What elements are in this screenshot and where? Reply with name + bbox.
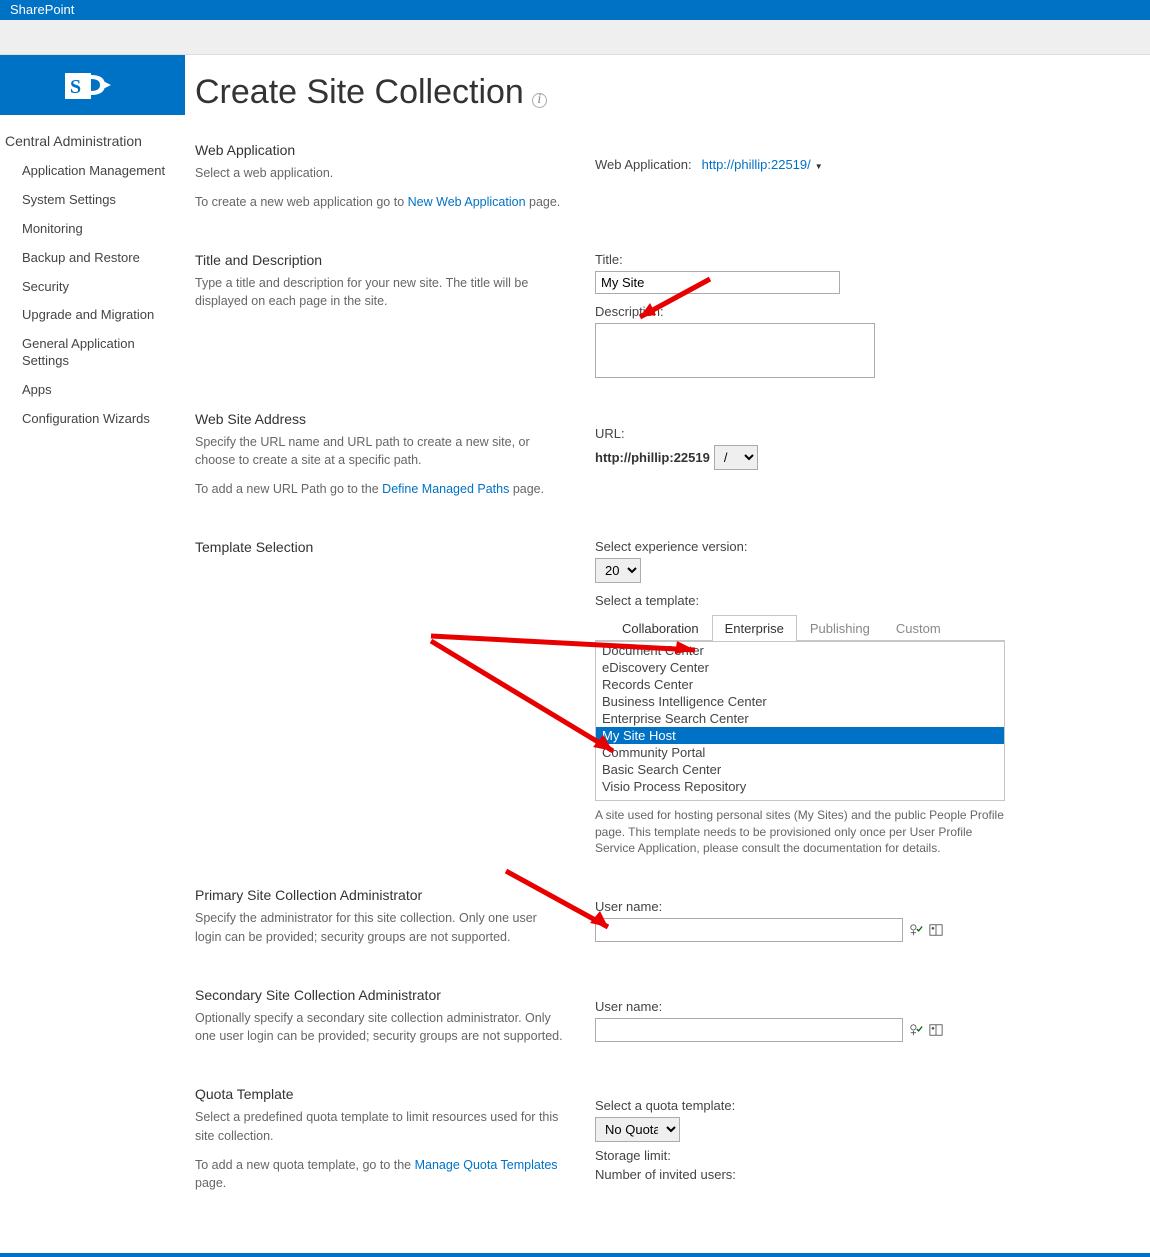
suite-bar: SharePoint <box>0 0 1150 20</box>
template-item[interactable]: Business Intelligence Center <box>596 693 1004 710</box>
info-icon[interactable]: i <box>532 93 547 108</box>
webapp-field-label: Web Application: <box>595 157 692 172</box>
quota-label: Select a quota template: <box>595 1098 1130 1113</box>
title-input[interactable] <box>595 271 840 294</box>
webapp-desc2: To create a new web application go to Ne… <box>195 193 565 212</box>
address-desc1: Specify the URL name and URL path to cre… <box>195 433 565 471</box>
sharepoint-logo: S <box>0 55 185 115</box>
tab-publishing[interactable]: Publishing <box>797 615 883 641</box>
title-desc: Type a title and description for your ne… <box>195 274 565 312</box>
browse-people-icon[interactable] <box>929 1023 943 1037</box>
quota-desc1: Select a predefined quota template to li… <box>195 1108 565 1146</box>
new-web-app-link[interactable]: New Web Application <box>408 195 526 209</box>
template-item[interactable]: Enterprise Search Center <box>596 710 1004 727</box>
exp-version-label: Select experience version: <box>595 539 1130 554</box>
webapp-heading: Web Application <box>195 142 565 158</box>
secondary-admin-desc: Optionally specify a secondary site coll… <box>195 1009 565 1047</box>
template-item[interactable]: Records Center <box>596 676 1004 693</box>
quota-select[interactable]: No Quota <box>595 1117 680 1142</box>
nav-item-system-settings[interactable]: System Settings <box>22 186 185 215</box>
invited-users-label: Number of invited users: <box>595 1167 1130 1182</box>
exp-version-select[interactable]: 2013 <box>595 558 641 583</box>
page-title: Create Site Collection i <box>195 55 1130 142</box>
primary-user-input[interactable] <box>595 918 903 942</box>
secondary-user-input[interactable] <box>595 1018 903 1042</box>
description-label: Description: <box>595 304 1130 319</box>
nav-item-upgrade-migration[interactable]: Upgrade and Migration <box>22 301 185 330</box>
title-label: Title: <box>595 252 1130 267</box>
manage-quota-link[interactable]: Manage Quota Templates <box>415 1158 558 1172</box>
nav-heading: Central Administration <box>0 115 185 157</box>
svg-text:S: S <box>70 76 81 98</box>
browse-people-icon[interactable] <box>929 923 943 937</box>
url-path-select[interactable]: / <box>714 445 758 470</box>
url-label: URL: <box>595 426 1130 441</box>
template-item[interactable]: Community Portal <box>596 744 1004 761</box>
primary-user-label: User name: <box>595 899 1130 914</box>
template-label: Select a template: <box>595 593 1130 608</box>
address-desc2: To add a new URL Path go to the Define M… <box>195 480 565 499</box>
nav-item-app-mgmt[interactable]: Application Management <box>22 157 185 186</box>
template-item-desc: A site used for hosting personal sites (… <box>595 807 1005 857</box>
webapp-desc1: Select a web application. <box>195 164 565 183</box>
bottom-accent <box>0 1253 1150 1257</box>
tab-collaboration[interactable]: Collaboration <box>609 615 712 641</box>
template-heading: Template Selection <box>195 539 565 555</box>
url-prefix: http://phillip:22519 <box>595 450 710 465</box>
description-input[interactable] <box>595 323 875 378</box>
tab-enterprise[interactable]: Enterprise <box>712 615 797 641</box>
webapp-dropdown[interactable]: http://phillip:22519/▼ <box>702 157 823 172</box>
secondary-admin-heading: Secondary Site Collection Administrator <box>195 987 565 1003</box>
check-names-icon[interactable] <box>909 1023 923 1037</box>
nav-item-general-app-settings[interactable]: General Application Settings <box>22 330 185 376</box>
check-names-icon[interactable] <box>909 923 923 937</box>
template-item[interactable]: Document Center <box>596 642 1004 659</box>
managed-paths-link[interactable]: Define Managed Paths <box>382 482 509 496</box>
nav-item-config-wizards[interactable]: Configuration Wizards <box>22 405 185 434</box>
address-heading: Web Site Address <box>195 411 565 427</box>
template-item[interactable]: Visio Process Repository <box>596 778 1004 795</box>
quota-desc2: To add a new quota template, go to the M… <box>195 1156 565 1194</box>
template-item[interactable]: Basic Search Center <box>596 761 1004 778</box>
template-item[interactable]: eDiscovery Center <box>596 659 1004 676</box>
primary-admin-desc: Specify the administrator for this site … <box>195 909 565 947</box>
nav-item-backup-restore[interactable]: Backup and Restore <box>22 244 185 273</box>
brand-text: SharePoint <box>10 2 74 17</box>
chevron-down-icon: ▼ <box>811 162 823 171</box>
template-tab-bar: Collaboration Enterprise Publishing Cust… <box>595 614 1005 641</box>
nav-list: Application Management System Settings M… <box>0 157 185 434</box>
nav-item-security[interactable]: Security <box>22 273 185 302</box>
template-item-selected[interactable]: My Site Host <box>596 727 1004 744</box>
title-heading: Title and Description <box>195 252 565 268</box>
storage-limit-label: Storage limit: <box>595 1148 1130 1163</box>
primary-admin-heading: Primary Site Collection Administrator <box>195 887 565 903</box>
quota-heading: Quota Template <box>195 1086 565 1102</box>
page-title-text: Create Site Collection <box>195 73 524 112</box>
secondary-user-label: User name: <box>595 999 1130 1014</box>
template-list[interactable]: Document Center eDiscovery Center Record… <box>595 641 1005 801</box>
nav-item-apps[interactable]: Apps <box>22 376 185 405</box>
tab-custom[interactable]: Custom <box>883 615 954 641</box>
nav-item-monitoring[interactable]: Monitoring <box>22 215 185 244</box>
ribbon-area <box>0 20 1150 55</box>
